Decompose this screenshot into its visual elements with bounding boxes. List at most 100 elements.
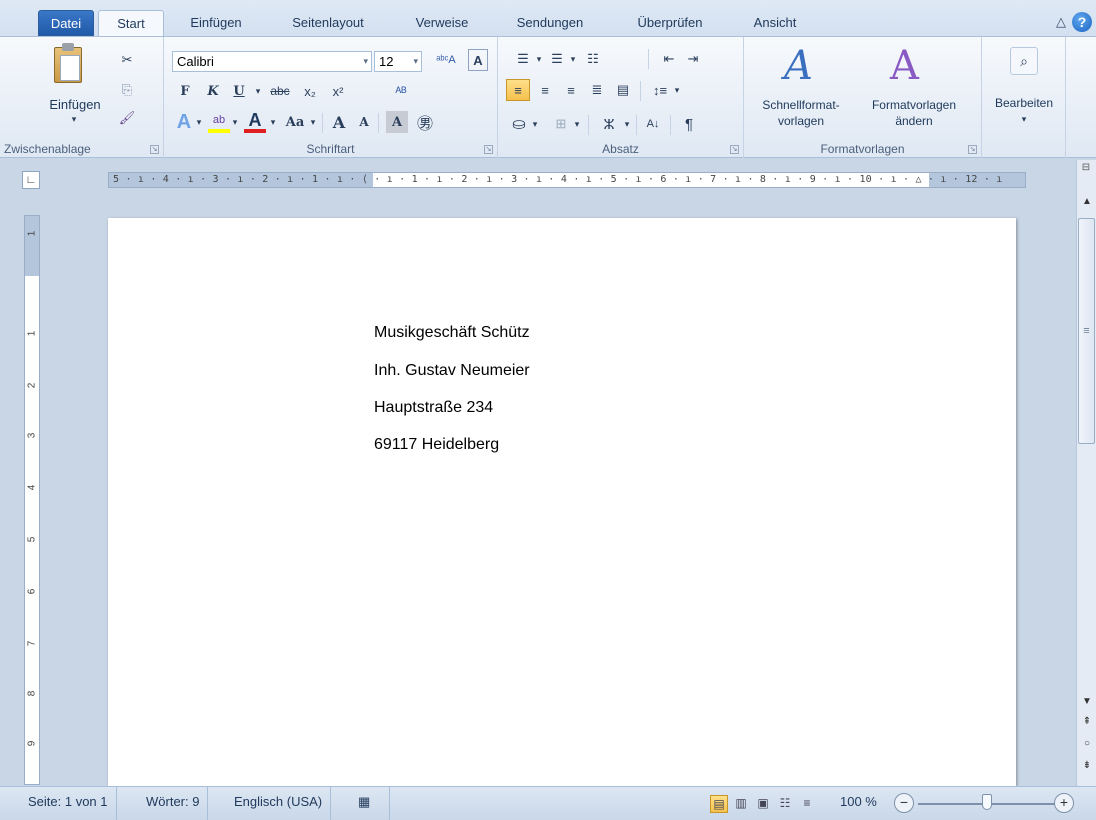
full-screen-reading-icon[interactable]: ▥	[732, 795, 750, 813]
asian-layout-dropdown-icon[interactable]: ▾	[622, 113, 632, 135]
font-launcher-icon[interactable]: ↘	[484, 145, 493, 154]
italic-button[interactable]: K	[202, 81, 224, 101]
decrease-indent-icon[interactable]: ⇤	[658, 49, 680, 69]
previous-page-icon[interactable]: ⇞	[1079, 716, 1095, 727]
address-line-owner[interactable]: Inh. Gustav Neumeier	[374, 362, 530, 380]
styles-launcher-icon[interactable]: ↘	[968, 145, 977, 154]
change-styles-label-1[interactable]: Formatvorlagen	[858, 97, 970, 113]
quick-styles-label-2[interactable]: vorlagen	[748, 113, 854, 129]
grow-font-button[interactable]: A	[328, 111, 350, 133]
scroll-up-icon[interactable]: ▲	[1079, 196, 1095, 207]
text-effect-button[interactable]: A	[174, 111, 194, 133]
status-macro-icon[interactable]: ▦	[350, 787, 390, 820]
line-spacing-dropdown-icon[interactable]: ▾	[672, 79, 682, 101]
editing-dropdown-icon[interactable]: ▾	[1016, 113, 1032, 125]
quick-styles-icon[interactable]: A	[784, 43, 813, 89]
shading-dropdown-icon[interactable]: ▾	[530, 113, 540, 135]
quick-styles-label-1[interactable]: Schnellformat-	[748, 97, 854, 113]
change-styles-label-2[interactable]: ändern	[858, 113, 970, 129]
tab-datei[interactable]: Datei	[38, 10, 94, 36]
tab-start[interactable]: Start	[98, 10, 164, 36]
bold-button[interactable]: F	[174, 81, 196, 101]
highlight-dropdown-icon[interactable]: ▾	[230, 111, 240, 133]
tab-ueberpruefen[interactable]: Überprüfen	[618, 10, 722, 36]
address-line-city[interactable]: 69117 Heidelberg	[374, 436, 499, 454]
change-case-dropdown-icon[interactable]: ▾	[308, 111, 318, 133]
clear-formatting-icon[interactable]: ᵃᵇᶜA	[436, 49, 456, 71]
vertical-scrollbar[interactable]: ⊟ ▲ ≡ ▼ ⇞ ○ ⇟	[1076, 160, 1096, 786]
shrink-font-button[interactable]: A	[354, 111, 374, 133]
draft-icon[interactable]: ≡	[798, 795, 816, 813]
zoom-out-icon[interactable]: −	[894, 793, 914, 813]
character-border-icon[interactable]: A	[468, 49, 488, 71]
text-effects-icon[interactable]: ᴬᴮ	[390, 81, 412, 101]
font-color-icon[interactable]: A	[244, 110, 266, 133]
font-color-dropdown-icon[interactable]: ▾	[268, 111, 278, 133]
center-icon[interactable]: ≡	[534, 79, 556, 101]
pilcrow-icon[interactable]: ¶	[678, 113, 700, 135]
highlight-color-icon[interactable]: ab	[208, 111, 230, 133]
paste-button[interactable]: Einfügen	[40, 95, 110, 113]
justify-icon[interactable]: ≣	[586, 79, 608, 101]
cut-icon[interactable]: ✂	[118, 51, 136, 69]
enclose-characters-icon[interactable]: ㊚	[414, 111, 436, 133]
horizontal-ruler[interactable]: 5 · ı · 4 · ı · 3 · ı · 2 · ı · 1 · ı · …	[108, 172, 1026, 188]
underline-dropdown-icon[interactable]: ▾	[252, 81, 264, 101]
scroll-thumb[interactable]: ≡	[1078, 218, 1095, 444]
minimize-ribbon-icon[interactable]: △	[1056, 14, 1066, 30]
paragraph-launcher-icon[interactable]: ↘	[730, 145, 739, 154]
text-effect-dropdown-icon[interactable]: ▾	[194, 111, 204, 133]
status-language[interactable]: Englisch (USA)	[226, 787, 332, 820]
underline-button[interactable]: U	[228, 81, 250, 101]
line-spacing-icon[interactable]: ↕≡	[648, 79, 672, 101]
font-size-dropdown-icon[interactable]: ▾	[413, 52, 418, 71]
strikethrough-button[interactable]: abc	[266, 81, 294, 101]
numbering-icon[interactable]: ☰	[546, 49, 568, 69]
multilevel-icon[interactable]: ☷	[582, 49, 604, 69]
superscript-button[interactable]: x²	[326, 81, 350, 101]
status-words[interactable]: Wörter: 9	[138, 787, 209, 820]
status-page[interactable]: Seite: 1 von 1	[20, 787, 117, 820]
vertical-ruler[interactable]: 1 1 2 3 4 5 6 7 8 9	[24, 215, 40, 785]
tab-selector-icon[interactable]: ∟	[22, 171, 40, 189]
copy-icon[interactable]: ⎘	[118, 81, 136, 99]
character-shading-icon[interactable]: A	[386, 111, 408, 133]
font-family-input[interactable]: Calibri ▾	[172, 51, 372, 72]
address-line-company[interactable]: Musikgeschäft Schütz	[374, 324, 530, 342]
format-painter-icon[interactable]: 🖌	[118, 109, 136, 127]
clipboard-launcher-icon[interactable]: ↘	[150, 145, 159, 154]
tab-seitenlayout[interactable]: Seitenlayout	[276, 10, 380, 36]
shading-icon[interactable]: ⛀	[508, 113, 530, 135]
zoom-slider-thumb[interactable]	[982, 794, 992, 810]
bullets-dropdown-icon[interactable]: ▾	[534, 49, 544, 69]
asian-layout-icon[interactable]: ⵣ	[596, 113, 622, 135]
tab-einfuegen[interactable]: Einfügen	[176, 10, 256, 36]
tab-verweise[interactable]: Verweise	[398, 10, 486, 36]
next-page-icon[interactable]: ⇟	[1079, 760, 1095, 771]
help-icon[interactable]: ?	[1072, 12, 1092, 32]
align-right-icon[interactable]: ≡	[560, 79, 582, 101]
change-case-button[interactable]: Aa	[282, 111, 308, 133]
paste-dropdown-icon[interactable]: ▾	[66, 113, 82, 125]
editing-button[interactable]: Bearbeiten	[984, 95, 1064, 111]
subscript-button[interactable]: x₂	[298, 81, 322, 101]
zoom-in-icon[interactable]: +	[1054, 793, 1074, 813]
align-left-icon[interactable]: ≡	[506, 79, 530, 101]
borders-dropdown-icon[interactable]: ▾	[572, 113, 582, 135]
scroll-down-icon[interactable]: ▼	[1079, 696, 1095, 707]
increase-indent-icon[interactable]: ⇥	[682, 49, 704, 69]
document-page[interactable]: Musikgeschäft Schütz Inh. Gustav Neumeie…	[108, 218, 1016, 786]
tab-sendungen[interactable]: Sendungen	[500, 10, 600, 36]
paste-icon[interactable]	[50, 41, 86, 85]
bullets-icon[interactable]: ☰	[512, 49, 534, 69]
sort-icon[interactable]: A↓	[642, 113, 664, 135]
borders-icon[interactable]: ⊞	[550, 113, 572, 135]
font-size-input[interactable]: 12 ▾	[374, 51, 422, 72]
tab-ansicht[interactable]: Ansicht	[740, 10, 810, 36]
browse-object-icon[interactable]: ○	[1079, 738, 1095, 749]
web-layout-icon[interactable]: ▣	[754, 795, 772, 813]
zoom-level[interactable]: 100 %	[836, 787, 881, 820]
distributed-icon[interactable]: ▤	[612, 79, 634, 101]
outline-icon[interactable]: ☷	[776, 795, 794, 813]
change-styles-icon[interactable]: A	[890, 43, 919, 89]
